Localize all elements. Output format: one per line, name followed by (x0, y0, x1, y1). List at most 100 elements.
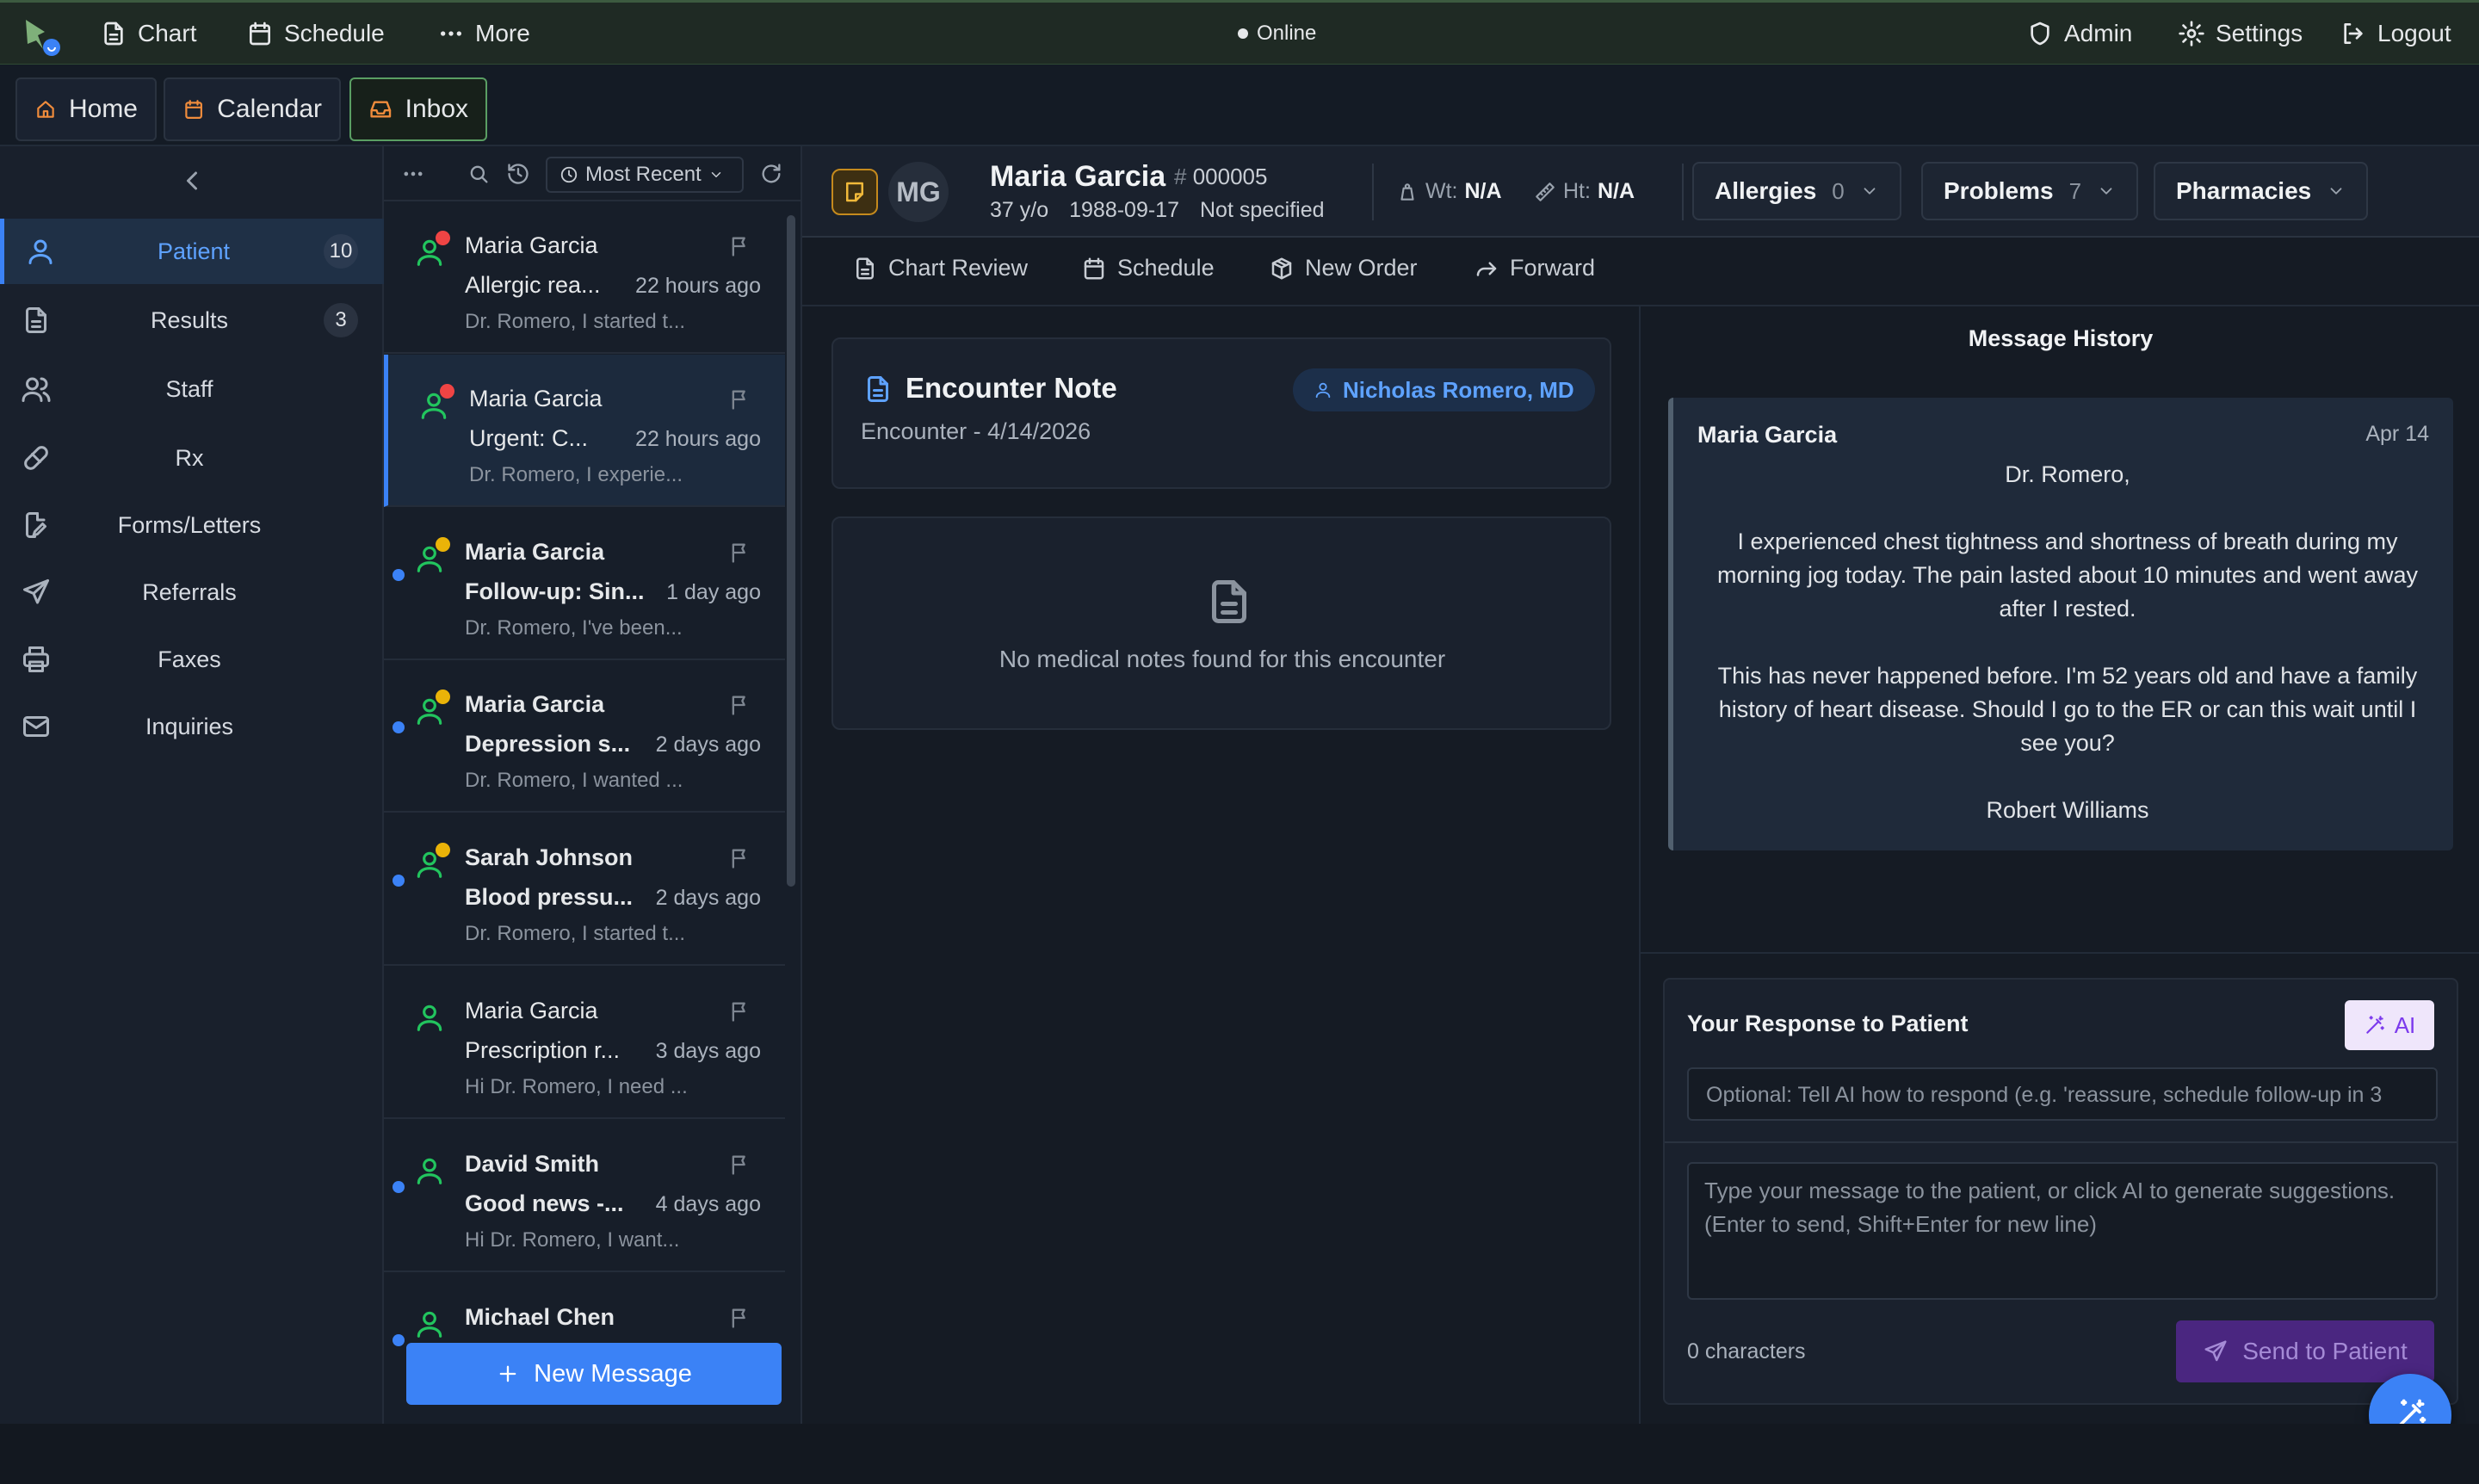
flag-icon[interactable] (728, 846, 752, 870)
sidebar-item-staff[interactable]: Staff (0, 356, 384, 422)
ellipsis-icon[interactable] (401, 162, 425, 186)
admin-link[interactable]: Admin (2026, 3, 2132, 65)
nav-schedule[interactable]: Schedule (246, 3, 385, 65)
response-textarea[interactable]: Type your message to the patient, or cli… (1687, 1162, 2438, 1300)
sort-label: Most Recent (585, 163, 702, 186)
sidebar-item-referrals[interactable]: Referrals (0, 560, 384, 625)
list-scrollbar[interactable] (787, 215, 795, 887)
message-preview: Hi Dr. Romero, I need ... (465, 1075, 688, 1098)
flag-icon[interactable] (728, 1153, 752, 1177)
sidebar-item-rx[interactable]: Rx (0, 425, 384, 491)
sidebar-item-patient[interactable]: Patient 10 (0, 219, 384, 284)
unread-dot (393, 721, 405, 733)
priority-badge (436, 537, 450, 552)
chevron-left-icon[interactable] (176, 165, 207, 196)
flag-icon[interactable] (728, 999, 752, 1023)
sort-select[interactable]: Most Recent (546, 157, 744, 193)
message-preview: Dr. Romero, I experie... (469, 463, 683, 486)
divider (1682, 164, 1684, 220)
admin-label: Admin (2064, 20, 2133, 46)
nav-chart[interactable]: Chart (100, 3, 196, 65)
sidebar-item-label: Faxes (158, 646, 221, 672)
list-item[interactable]: Maria Garcia Urgent: C... 22 hours ago Dr. … (384, 355, 785, 507)
message-subject: Prescription r... (465, 1037, 621, 1063)
list-item[interactable]: Maria Garcia Depression s... 2 days ago Dr.… (384, 660, 785, 813)
settings-label: Settings (2216, 20, 2303, 46)
priority-badge (440, 384, 454, 399)
list-item[interactable]: Maria Garcia Prescription r... 3 days ago H… (384, 967, 785, 1119)
message-sender: Maria Garcia (469, 386, 603, 411)
flag-icon[interactable] (728, 1306, 752, 1330)
tab-calendar[interactable]: Calendar (164, 77, 341, 141)
calendar-icon (1084, 257, 1104, 279)
list-item[interactable]: David Smith Good news -... 4 days ago Hi Dr… (384, 1120, 785, 1272)
file-text-icon (868, 376, 888, 402)
chevron-down-icon (2100, 188, 2112, 195)
send-to-patient-button[interactable]: Send to Patient (2176, 1320, 2434, 1382)
unread-dot (393, 1334, 405, 1346)
flag-icon[interactable] (728, 387, 752, 411)
action-label: Chart Review (888, 255, 1029, 281)
problems-dropdown[interactable]: Problems 7 (1921, 162, 2139, 220)
ai-instruction-input[interactable]: Optional: Tell AI how to respond (e.g. '… (1687, 1067, 2438, 1121)
message-subject: Urgent: C... (469, 425, 589, 451)
pill-count: 0 (1832, 177, 1845, 204)
nav-more[interactable]: More (437, 3, 530, 65)
message-card: Maria Garcia Apr 14 Dr. Romero, I experi… (1668, 398, 2453, 850)
ai-button[interactable]: AI (2345, 1000, 2434, 1050)
search-icon[interactable] (467, 162, 491, 186)
send-icon (2204, 1340, 2227, 1362)
list-toolbar: Most Recent (384, 146, 802, 201)
chevron-down-icon (711, 172, 720, 177)
patient-age: 37 y/o (990, 198, 1049, 222)
flag-icon[interactable] (728, 693, 752, 717)
footer-bar (0, 1424, 2479, 1484)
schedule-button[interactable]: Schedule (1081, 255, 1215, 281)
chart-review-button[interactable]: Chart Review (852, 255, 1028, 281)
top-bar: Chart Schedule More Online Admin Setting… (0, 0, 2479, 65)
list-item[interactable]: Maria Garcia Follow-up: Sin... 1 day ago Dr… (384, 508, 785, 660)
pharmacies-dropdown[interactable]: Pharmacies (2154, 162, 2369, 220)
priority-badge (436, 689, 450, 704)
weight-vital: Wt: N/A (1396, 179, 1502, 204)
height-value: N/A (1597, 179, 1635, 203)
user-icon (417, 1158, 442, 1184)
message-time: 2 days ago (655, 886, 761, 910)
sidebar-item-inquiries[interactable]: Inquiries (0, 694, 384, 759)
nav-label: Schedule (284, 20, 385, 46)
weight-value: N/A (1464, 179, 1502, 203)
flag-icon[interactable] (728, 234, 752, 258)
message-preview: Dr. Romero, I started t... (465, 310, 686, 333)
tab-inbox[interactable]: Inbox (349, 77, 487, 141)
tab-home[interactable]: Home (15, 77, 157, 141)
allergies-dropdown[interactable]: Allergies 0 (1692, 162, 1901, 220)
app-logo[interactable] (19, 15, 62, 58)
divider (1665, 1141, 2457, 1143)
forward-button[interactable]: Forward (1474, 255, 1595, 281)
list-item[interactable]: Sarah Johnson Blood pressu... 2 days ago Dr… (384, 813, 785, 966)
flag-icon[interactable] (728, 541, 752, 565)
sidebar-item-faxes[interactable]: Faxes (0, 627, 384, 692)
message-subject: Blood pressu... (465, 884, 634, 910)
message-time: 22 hours ago (635, 274, 761, 298)
refresh-icon[interactable] (759, 162, 783, 186)
sidebar-item-results[interactable]: Results 3 (0, 288, 384, 353)
count-badge: 3 (324, 303, 358, 337)
logout-link[interactable]: Logout (2340, 3, 2451, 65)
sidebar-item-forms-letters[interactable]: Forms/Letters (0, 492, 384, 558)
forward-icon (1476, 262, 1497, 276)
patient-name[interactable]: Maria Garcia (990, 160, 1165, 194)
new-message-button[interactable]: New Message (406, 1343, 782, 1405)
logout-label: Logout (2377, 20, 2451, 46)
message-sender: Sarah Johnson (465, 844, 634, 870)
document-icon (104, 22, 123, 46)
history-icon[interactable] (506, 162, 530, 186)
provider-badge[interactable]: Nicholas Romero, MD (1293, 368, 1595, 411)
message-preview: Dr. Romero, I started t... (465, 922, 686, 945)
settings-link[interactable]: Settings (2178, 3, 2303, 65)
list-item[interactable]: Maria Garcia Allergic rea... 22 hours ago D… (384, 201, 785, 354)
sticky-note-button[interactable] (831, 169, 878, 215)
message-subject: Allergic rea... (465, 272, 601, 298)
new-order-button[interactable]: New Order (1269, 255, 1418, 281)
hash-icon: # (1174, 164, 1187, 189)
